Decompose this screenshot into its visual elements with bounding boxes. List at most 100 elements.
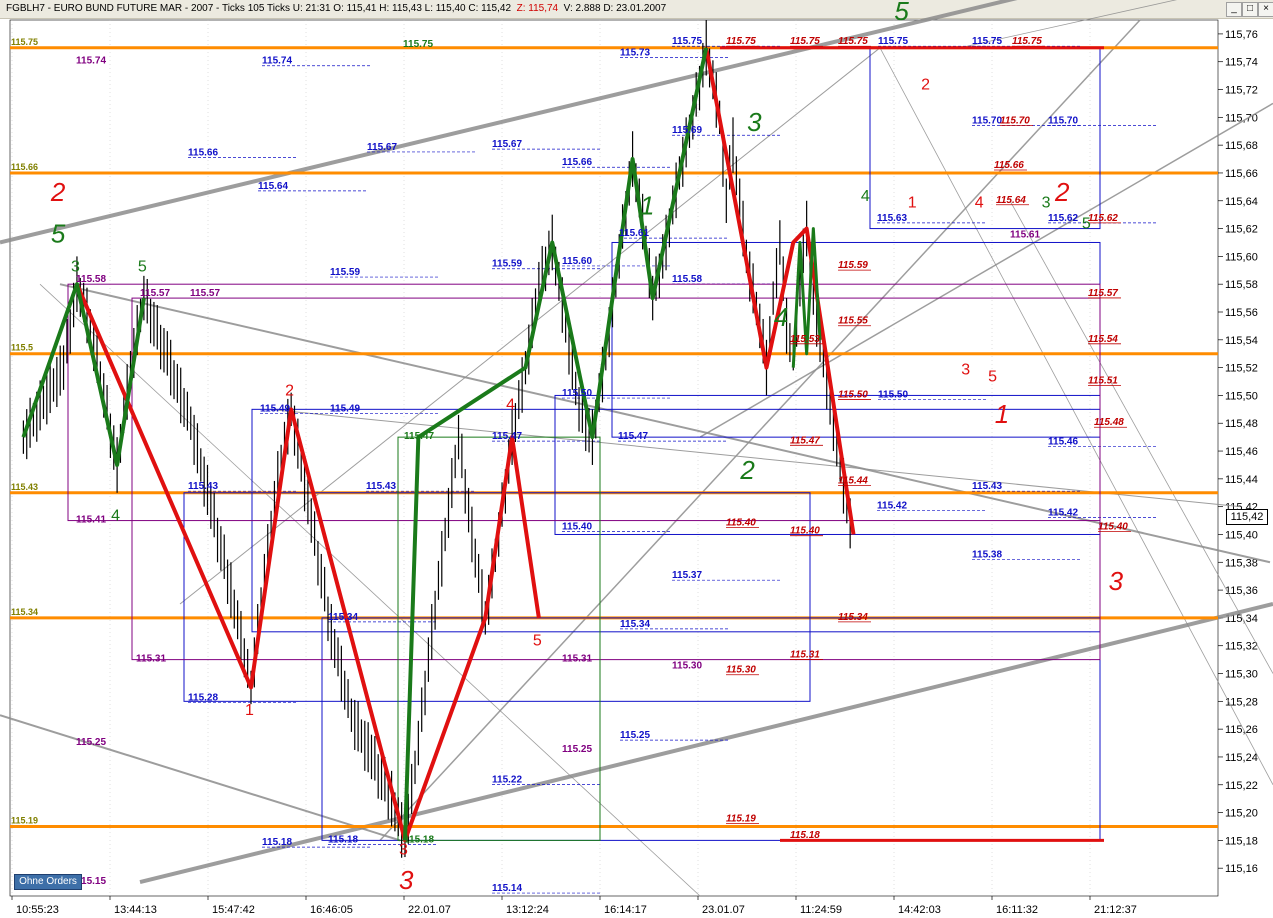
blue-level-label: 115.34 [328, 612, 358, 623]
wave-count-label: 5 [51, 218, 66, 248]
purple-level-label: 115.74 [76, 56, 106, 67]
red-level-label: 115.75 [1012, 36, 1042, 47]
blue-level-label: 115.40 [562, 522, 592, 533]
wave-count-label: 3 [399, 841, 408, 858]
blue-level-label: 115.42 [877, 501, 907, 512]
blue-level-label: 115.37 [672, 570, 702, 581]
wave-count-label: 1 [995, 399, 1009, 429]
green-level-label: 115.47 [404, 431, 434, 442]
blue-level-label: 115.70 [972, 116, 1002, 127]
red-level-label: 115.40 [1098, 522, 1128, 533]
y-tick-label: 115,68 [1225, 140, 1258, 152]
y-tick-label: 115,72 [1225, 85, 1258, 97]
red-level-label: 115.62 [1088, 213, 1118, 224]
wave-count-label: 2 [921, 77, 930, 94]
green-level-label: 115.75 [403, 39, 433, 50]
blue-level-label: 115.59 [492, 259, 522, 270]
y-tick-label: 115,22 [1225, 780, 1258, 792]
y-tick-label: 115,56 [1225, 307, 1258, 319]
blue-level-label: 115.70 [1048, 116, 1078, 127]
orders-button[interactable]: Ohne Orders [14, 874, 82, 890]
y-tick-label: 115,28 [1225, 696, 1258, 708]
y-tick-label: 115,66 [1225, 168, 1258, 180]
red-level-label: 115.70 [1000, 116, 1030, 127]
blue-level-label: 115.66 [562, 157, 592, 168]
wave-count-label: 2 [1054, 177, 1070, 207]
blue-level-label: 115.74 [262, 56, 292, 67]
red-level-label: 115.75 [838, 36, 868, 47]
x-tick-label: 22.01.07 [408, 904, 451, 916]
y-tick-label: 115,20 [1225, 808, 1258, 820]
y-tick-label: 115,54 [1225, 335, 1258, 347]
orange-level-label: 115.66 [11, 162, 38, 172]
y-tick-label: 115,40 [1225, 529, 1258, 541]
y-tick-label: 115,16 [1225, 863, 1258, 875]
orange-level-label: 115.5 [11, 343, 33, 353]
red-level-label: 115.59 [838, 260, 868, 271]
wave-count-label: 3 [71, 259, 80, 276]
blue-level-label: 115.18 [262, 837, 292, 848]
x-tick-label: 14:42:03 [898, 904, 941, 916]
blue-level-label: 115.43 [366, 481, 396, 492]
blue-level-label: 115.59 [330, 267, 360, 278]
y-tick-label: 115,74 [1225, 57, 1258, 69]
red-level-label: 115.51 [1088, 376, 1118, 387]
red-level-label: 115.50 [838, 389, 868, 400]
blue-level-label: 115.50 [878, 389, 908, 400]
x-tick-label: 23.01.07 [702, 904, 745, 916]
red-level-label: 115.57 [1088, 288, 1118, 299]
red-level-label: 115.40 [790, 526, 820, 537]
purple-level-label: 115.57 [190, 288, 220, 299]
red-level-label: 115.55 [838, 316, 868, 327]
red-level-label: 115.48 [1094, 417, 1124, 428]
wave-count-label: 3 [1109, 566, 1124, 596]
wave-count-label: 5 [894, 0, 909, 26]
wave-count-label: 3 [1042, 195, 1051, 212]
x-tick-label: 15:47:42 [212, 904, 255, 916]
wave-count-label: 4 [861, 188, 870, 205]
y-tick-label: 115,30 [1225, 669, 1258, 681]
wave-count-label: 2 [739, 455, 755, 485]
x-tick-label: 13:12:24 [506, 904, 549, 916]
blue-level-label: 115.75 [672, 36, 702, 47]
blue-level-label: 115.50 [562, 388, 592, 399]
y-tick-label: 115,24 [1225, 752, 1258, 764]
purple-level-label: 115.41 [76, 515, 106, 526]
green-level-label: 115.18 [404, 834, 434, 845]
y-tick-label: 115,60 [1225, 251, 1258, 263]
wave-count-label: 5 [533, 633, 542, 650]
orange-level-label: 115.43 [11, 482, 38, 492]
blue-level-label: 115.64 [258, 181, 288, 192]
blue-level-label: 115.75 [972, 36, 1002, 47]
red-level-label: 115.75 [790, 36, 820, 47]
purple-level-label: 115.30 [672, 661, 702, 672]
blue-level-label: 115.38 [972, 549, 1002, 560]
wave-count-label: 5 [1082, 216, 1091, 233]
blue-level-label: 115.75 [878, 36, 908, 47]
purple-level-label: 115.25 [76, 737, 106, 748]
y-tick-label: 115,62 [1225, 224, 1258, 236]
blue-level-label: 115.62 [1048, 213, 1078, 224]
blue-level-label: 115.67 [492, 139, 522, 150]
last-price-box: 115,42 [1226, 509, 1268, 525]
red-level-label: 115.44 [838, 476, 868, 487]
blue-level-label: 115.47 [618, 431, 648, 442]
wave-count-label: 3 [747, 107, 762, 137]
blue-level-label: 115.49 [330, 403, 360, 414]
blue-level-label: 115.14 [492, 883, 522, 894]
red-level-label: 115.53 [790, 334, 820, 345]
blue-level-label: 115.18 [328, 834, 358, 845]
blue-level-label: 115.58 [672, 274, 702, 285]
orange-level-label: 115.75 [11, 37, 38, 47]
x-tick-label: 13:44:13 [114, 904, 157, 916]
chart-window: FGBLH7 - EURO BUND FUTURE MAR - 2007 - T… [0, 0, 1273, 918]
orange-level-label: 115.34 [11, 607, 38, 617]
red-level-label: 115.40 [726, 517, 756, 528]
blue-level-label: 115.22 [492, 775, 522, 786]
y-tick-label: 115,64 [1225, 196, 1258, 208]
price-chart[interactable]: 115,76115,74115,72115,70115,68115,66115,… [0, 0, 1273, 918]
x-tick-label: 16:11:32 [996, 904, 1038, 916]
blue-level-label: 115.66 [188, 147, 218, 158]
wave-count-label: 5 [138, 259, 147, 276]
blue-level-label: 115.73 [620, 47, 650, 58]
